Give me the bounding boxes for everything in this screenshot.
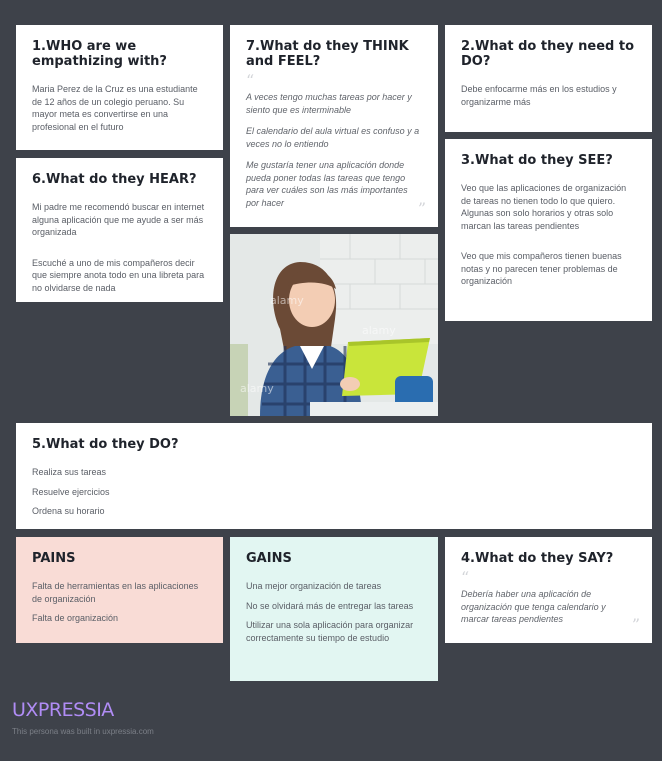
persona-illustration: alamy alamy alamy — [230, 234, 438, 416]
who-title: 1.WHO are we empathizing with? — [32, 39, 167, 69]
gains-item: No se olvidará más de entregar las tarea… — [246, 600, 414, 611]
quote-open-icon: “ — [461, 568, 470, 587]
think-feel-card: 7.What do they THINK and FEEL? “ A veces… — [230, 25, 438, 227]
say-title: 4.What do they SAY? — [461, 551, 614, 566]
say-card: 4.What do they SAY? “ Debería haber una … — [445, 537, 652, 643]
need-title: 2.What do they need to DO? — [461, 39, 635, 69]
think-quote: Me gustaría tener una aplicación donde p… — [246, 160, 408, 208]
see-card: 3.What do they SEE? Veo que las aplicaci… — [445, 139, 652, 321]
pains-item: Falta de organización — [32, 613, 119, 623]
think-quote: El calendario del aula virtual es confus… — [246, 126, 420, 149]
hear-title: 6.What do they HEAR? — [32, 172, 197, 187]
do-item: Resuelve ejercicios — [32, 486, 110, 497]
quote-close-icon: ” — [631, 615, 640, 634]
gains-item: Utilizar una sola aplicación para organi… — [246, 620, 414, 643]
do-item: Ordena su horario — [32, 506, 105, 516]
quote-open-icon: “ — [246, 71, 255, 90]
photo-watermark: alamy — [270, 294, 304, 307]
see-title: 3.What do they SEE? — [461, 153, 613, 168]
pains-title: PAINS — [32, 551, 76, 566]
think-quote: A veces tengo muchas tareas por hacer y … — [246, 92, 412, 115]
pains-card: PAINS Falta de herramientas en las aplic… — [16, 537, 223, 643]
photo-watermark: alamy — [362, 324, 396, 337]
quote-close-icon: ” — [417, 199, 426, 218]
hear-card: 6.What do they HEAR? Mi padre me recomen… — [16, 158, 223, 302]
gains-title: GAINS — [246, 551, 292, 566]
who-text: Maria Perez de la Cruz es una estudiante… — [32, 84, 198, 132]
credit-text: This persona was built in uxpressia.com — [12, 727, 154, 736]
pains-item: Falta de herramientas en las aplicacione… — [32, 581, 199, 604]
do-card: 5.What do they DO? Realiza sus tareas Re… — [16, 423, 652, 529]
see-item: Veo que las aplicaciones de organización… — [461, 183, 627, 231]
photo-watermark: alamy — [240, 382, 274, 395]
see-item: Veo que mis compañeros tienen buenas not… — [461, 251, 622, 286]
gains-item: Una mejor organización de tareas — [246, 581, 382, 591]
need-card: 2.What do they need to DO? Debe enfocarm… — [445, 25, 652, 132]
uxpressia-logo[interactable]: UXPRESSIA — [12, 699, 114, 721]
do-item: Realiza sus tareas — [32, 467, 107, 477]
gains-card: GAINS Una mejor organización de tareas N… — [230, 537, 438, 681]
do-title: 5.What do they DO? — [32, 437, 179, 452]
think-feel-title: 7.What do they THINK and FEEL? — [246, 39, 409, 69]
say-quote: Debería haber una aplicación de organiza… — [461, 589, 606, 624]
who-card: 1.WHO are we empathizing with? Maria Per… — [16, 25, 223, 150]
hear-item: Escuché a uno de mis compañeros decir qu… — [32, 257, 205, 293]
need-text: Debe enfocarme más en los estudios y org… — [461, 84, 617, 107]
hear-item: Mi padre me recomendó buscar en internet… — [32, 202, 205, 237]
persona-photo: alamy alamy alamy — [230, 234, 438, 416]
